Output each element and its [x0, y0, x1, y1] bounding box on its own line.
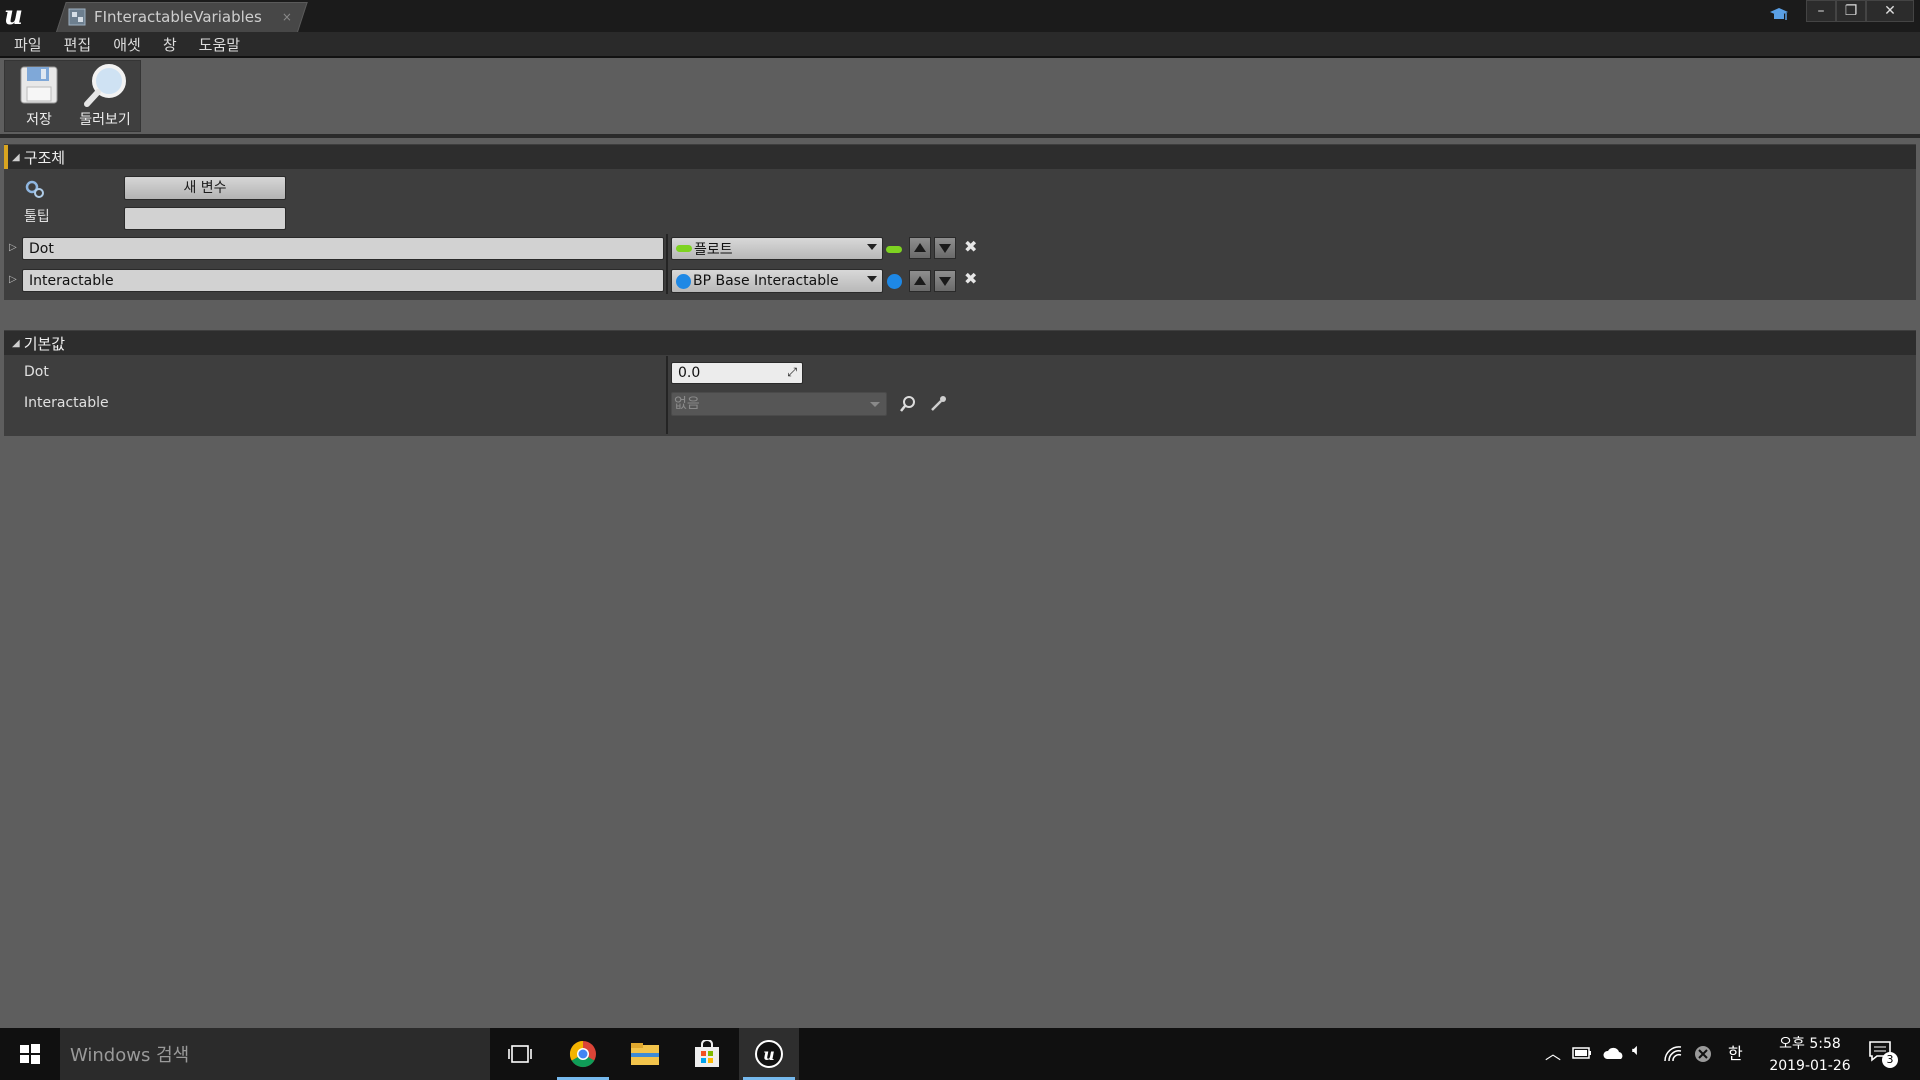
object-pin-icon [676, 273, 691, 289]
chevron-down-icon [870, 402, 880, 407]
browse-label: 둘러보기 [79, 112, 131, 128]
error-status-icon[interactable] [1694, 1045, 1712, 1063]
variable-type-label: BP Base Interactable [693, 273, 839, 289]
variable-type-label: 플로트 [694, 241, 733, 258]
save-button[interactable]: 저장 [7, 63, 71, 131]
task-view-button[interactable] [490, 1028, 550, 1080]
dot-default-value: 0.0 [678, 365, 701, 381]
volume-icon[interactable]: 🔈︎ [1632, 1040, 1642, 1060]
svg-text:u: u [763, 1045, 775, 1064]
delete-variable-button[interactable]: ✖ [964, 237, 977, 256]
taskbar-search[interactable]: Windows 검색 [60, 1028, 490, 1080]
document-tab-label: FInteractableVariables [94, 8, 262, 26]
unreal-logo-icon[interactable]: u [4, 2, 34, 30]
minimize-button[interactable]: – [1806, 0, 1836, 22]
taskbar-store[interactable] [677, 1028, 737, 1080]
taskbar-unreal-editor[interactable]: u [739, 1028, 799, 1080]
magnifier-icon [84, 64, 126, 107]
arrow-down-icon [939, 244, 951, 253]
move-down-button[interactable] [934, 270, 956, 292]
arrow-up-icon [914, 276, 926, 285]
menu-file[interactable]: 파일 [6, 34, 50, 55]
chevron-down-icon [867, 244, 877, 250]
notification-badge: 3 [1882, 1052, 1898, 1068]
move-down-button[interactable] [934, 237, 956, 259]
task-view-icon [508, 1045, 532, 1063]
unreal-engine-icon: u [755, 1040, 783, 1068]
column-divider [666, 234, 668, 294]
move-up-button[interactable] [909, 270, 931, 292]
tooltip-label: 툴팁 [24, 209, 50, 225]
collapse-arrow-icon[interactable]: ◢ [12, 338, 20, 349]
dot-default-input[interactable]: 0.0 ⤢ [671, 362, 803, 384]
windows-logo-icon [20, 1044, 40, 1064]
taskbar-file-explorer[interactable] [615, 1028, 675, 1080]
section-title: 기본값 [23, 334, 66, 353]
taskbar-chrome[interactable] [553, 1028, 613, 1080]
container-type-icon[interactable] [887, 274, 902, 289]
document-tab[interactable]: FInteractableVariables × [66, 2, 296, 32]
chevron-down-icon [867, 276, 877, 282]
defaults-section-header[interactable]: ◢ 기본값 [4, 331, 1916, 355]
clock-date: 2019-01-26 [1769, 1058, 1851, 1074]
browse-button[interactable]: 둘러보기 [73, 63, 137, 131]
container-type-icon[interactable] [886, 246, 902, 253]
graduation-cap-icon[interactable] [1768, 4, 1790, 26]
wifi-icon[interactable] [1664, 1046, 1682, 1062]
action-center-button[interactable]: 3 [1868, 1040, 1898, 1070]
toolbar: 저장 둘러보기 [4, 60, 141, 132]
section-title: 구조체 [23, 148, 66, 167]
store-bag-icon [695, 1040, 719, 1067]
restore-button[interactable]: ❐ [1836, 0, 1866, 22]
arrow-down-icon [939, 277, 951, 286]
menu-asset[interactable]: 애셋 [105, 34, 149, 55]
divider [0, 134, 1920, 138]
variable-type-dropdown[interactable]: BP Base Interactable [671, 269, 883, 293]
chrome-icon [569, 1040, 596, 1068]
floppy-disk-icon [20, 66, 58, 104]
ime-indicator[interactable]: 한 [1728, 1040, 1743, 1064]
tooltip-input[interactable] [124, 207, 286, 230]
clock-time: 오후 5:58 [1779, 1036, 1841, 1052]
interactable-asset-picker[interactable]: 없음 [671, 392, 887, 416]
variable-name-field[interactable]: Dot [22, 237, 664, 260]
variable-name-field[interactable]: Interactable [22, 269, 664, 292]
interactable-default-label: Interactable [24, 395, 109, 411]
menu-edit[interactable]: 편집 [56, 34, 100, 55]
menu-bar: 파일 편집 애셋 창 도움말 [0, 32, 1920, 56]
system-clock[interactable]: 오후 5:58 2019-01-26 [1760, 1033, 1860, 1077]
menu-help[interactable]: 도움말 [191, 34, 248, 55]
column-divider [666, 356, 668, 434]
float-pin-icon [676, 245, 692, 252]
battery-icon[interactable] [1572, 1046, 1592, 1060]
folder-icon [631, 1043, 659, 1065]
menu-window[interactable]: 창 [155, 34, 185, 55]
variable-type-dropdown[interactable]: 플로트 [671, 237, 883, 260]
drag-resize-icon[interactable]: ⤢ [787, 365, 797, 380]
new-variable-button[interactable]: 새 변수 [124, 176, 286, 200]
collapse-arrow-icon[interactable]: ◢ [12, 152, 20, 163]
save-label: 저장 [26, 112, 52, 128]
arrow-up-icon [914, 243, 926, 252]
expand-arrow-icon[interactable]: ▷ [9, 274, 17, 285]
asset-picker-value: 없음 [674, 396, 700, 412]
expand-arrow-icon[interactable]: ▷ [9, 242, 17, 253]
onedrive-cloud-icon[interactable] [1602, 1045, 1626, 1061]
start-button[interactable] [0, 1028, 60, 1080]
move-up-button[interactable] [909, 237, 931, 259]
eyedropper-icon[interactable] [928, 394, 948, 414]
section-accent [4, 145, 8, 169]
close-button[interactable]: ✕ [1866, 0, 1914, 22]
struct-asset-icon [68, 8, 86, 26]
struct-gear-icon [25, 180, 44, 198]
dot-default-label: Dot [24, 364, 49, 380]
structure-section-header[interactable]: ◢ 구조체 [4, 145, 1916, 169]
tab-close-icon[interactable]: × [282, 10, 292, 24]
search-placeholder: Windows 검색 [70, 1045, 190, 1066]
divider [0, 56, 1920, 58]
delete-variable-button[interactable]: ✖ [964, 269, 977, 288]
chevron-up-icon[interactable]: ︿ [1545, 1040, 1561, 1064]
browse-asset-icon[interactable] [898, 394, 918, 414]
